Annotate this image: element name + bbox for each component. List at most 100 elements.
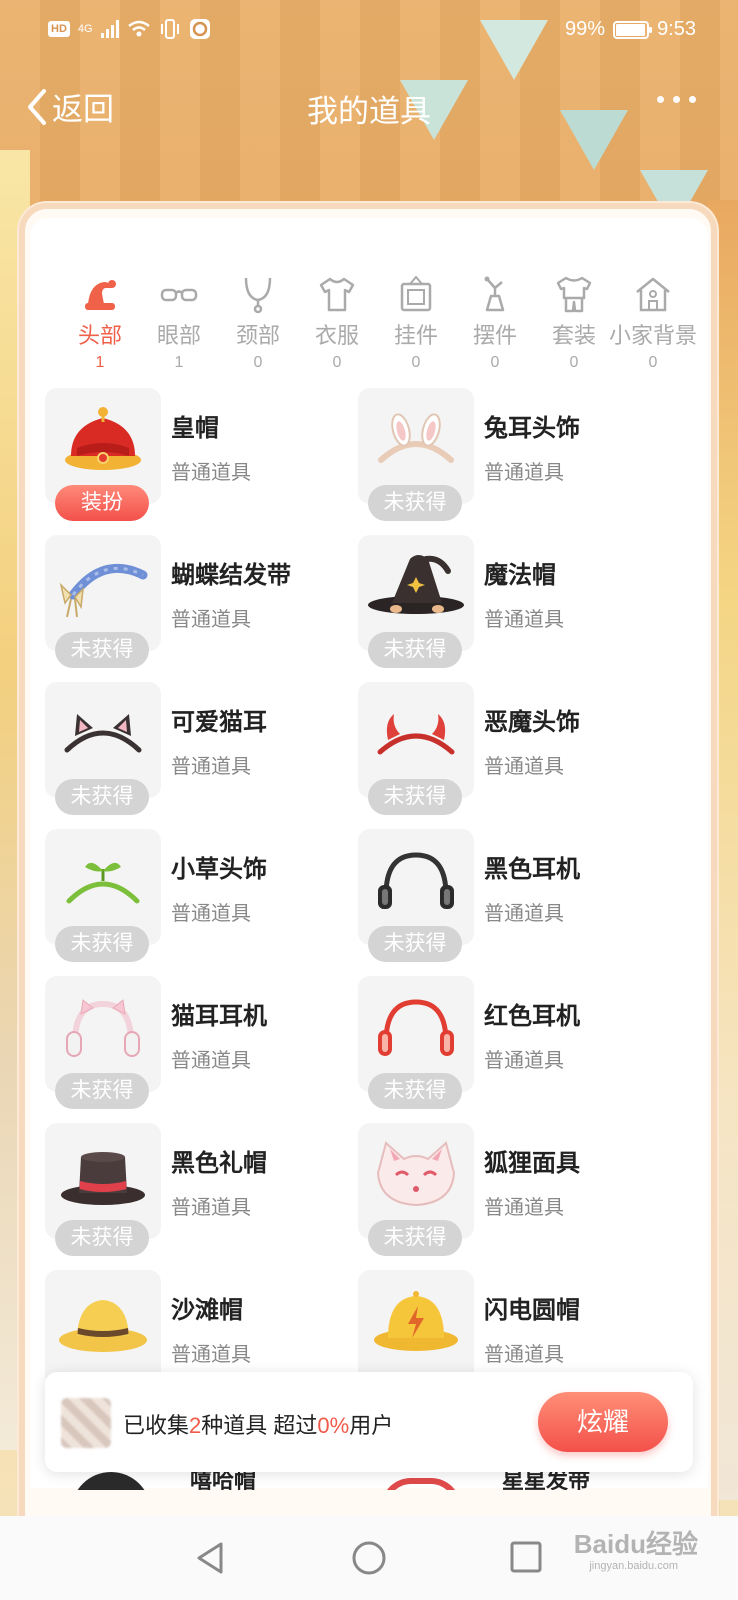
collect-count: 2 (189, 1413, 202, 1438)
item-thumbnail (358, 1270, 474, 1386)
tab-count: 0 (332, 354, 342, 371)
tab-suit[interactable]: 套装 0 (529, 266, 619, 372)
item-thumbnail (45, 1270, 161, 1386)
cat-ears-icon (64, 714, 142, 753)
peek-thumbnail (65, 1472, 155, 1490)
necklace-icon (244, 277, 272, 314)
item-thumbnail: 未获得 (45, 829, 161, 962)
tab-label: 小家背景 (608, 323, 697, 348)
item-name: 猫耳耳机 (171, 1003, 267, 1030)
item-card[interactable]: 未获得 狐狸面具 普通道具 (358, 1123, 668, 1259)
black-headphones-icon (378, 852, 454, 909)
collect-prefix: 已收集 (123, 1413, 190, 1438)
item-card[interactable]: 未获得 兔耳头饰 普通道具 (358, 388, 668, 524)
vibrate-icon (160, 19, 179, 39)
network-type: 4G (77, 23, 93, 35)
tab-ornament[interactable]: 摆件 0 (450, 266, 540, 372)
tab-count: 0 (490, 354, 500, 371)
item-thumbnail: 未获得 (358, 682, 474, 815)
tab-home-background[interactable]: 小家背景 0 (608, 266, 698, 372)
item-card[interactable]: 装扮 皇帽 普通道具 (45, 388, 355, 524)
equip-button[interactable]: 装扮 (55, 485, 149, 521)
back-triangle-icon[interactable] (193, 1540, 227, 1576)
item-name: 嘻哈帽 (190, 1472, 257, 1490)
item-type: 普通道具 (171, 903, 251, 925)
tshirt-icon (319, 277, 355, 312)
tab-label: 头部 (77, 323, 122, 348)
item-name: 星星发带 (502, 1472, 591, 1490)
tab-clothes[interactable]: 衣服 0 (292, 266, 382, 372)
beach-hat-icon (59, 1300, 147, 1352)
item-thumbnail: 未获得 (358, 1123, 474, 1256)
category-tabs: 头部 1 眼部 1 颈部 0 衣服 0 挂件 0 摆件 0 套装 0 小家背景 … (55, 266, 698, 376)
show-off-button[interactable]: 炫耀 (538, 1392, 668, 1452)
home-circle-icon[interactable] (351, 1540, 387, 1576)
tab-label: 摆件 (472, 323, 517, 348)
item-thumbnail: 装扮 (45, 388, 161, 521)
collect-percent: 0% (317, 1413, 350, 1438)
not-obtained-badge: 未获得 (55, 1073, 149, 1109)
tab-neck[interactable]: 颈部 0 (213, 266, 303, 372)
recents-square-icon[interactable] (509, 1540, 543, 1574)
item-thumbnail: 未获得 (358, 535, 474, 668)
item-card[interactable]: 未获得 恶魔头饰 普通道具 (358, 682, 668, 818)
item-thumbnail: 未获得 (45, 976, 161, 1109)
item-name: 蝴蝶结发带 (171, 562, 291, 589)
sprout-headband-icon (66, 862, 140, 904)
item-name: 可爱猫耳 (171, 709, 267, 736)
item-card[interactable]: 未获得 黑色耳机 普通道具 (358, 829, 668, 965)
suit-icon (556, 276, 592, 313)
not-obtained-badge: 未获得 (55, 779, 149, 815)
tab-pendant[interactable]: 挂件 0 (371, 266, 461, 372)
item-type: 普通道具 (484, 756, 564, 778)
nav-bar: 返回 我的道具 (0, 62, 738, 146)
item-thumbnail: 未获得 (45, 535, 161, 668)
more-icon[interactable] (657, 96, 696, 103)
not-obtained-badge: 未获得 (368, 1073, 462, 1109)
item-name: 黑色耳机 (484, 856, 580, 883)
crown-hat-icon (65, 407, 141, 470)
tab-count: 0 (569, 354, 579, 371)
item-card[interactable]: 未获得 黑色礼帽 普通道具 (45, 1123, 355, 1259)
item-card[interactable]: 未获得 蝴蝶结发带 普通道具 (45, 535, 355, 671)
app-notification-icon (189, 19, 210, 39)
item-type: 普通道具 (171, 1344, 251, 1366)
tab-label: 眼部 (156, 323, 201, 348)
item-thumbnail: 未获得 (358, 976, 474, 1109)
status-bar: HD 4G 99% 9:53 (0, 0, 738, 62)
tab-label: 套装 (551, 323, 596, 348)
fox-mask-icon (376, 1141, 456, 1207)
clock: 9:53 (657, 18, 696, 40)
item-card[interactable]: 未获得 可爱猫耳 普通道具 (45, 682, 355, 818)
item-thumbnail: 未获得 (358, 829, 474, 962)
item-card[interactable]: 未获得 猫耳耳机 普通道具 (45, 976, 355, 1112)
item-type: 普通道具 (171, 609, 251, 631)
frame-icon (400, 275, 432, 312)
item-type: 普通道具 (171, 1050, 251, 1072)
lightning-hat-icon (374, 1291, 458, 1351)
item-card[interactable]: 未获得 小草头饰 普通道具 (45, 829, 355, 965)
item-thumbnail: 未获得 (45, 682, 161, 815)
item-thumbnail: 未获得 (358, 388, 474, 521)
item-name: 兔耳头饰 (484, 415, 580, 442)
not-obtained-badge: 未获得 (368, 485, 462, 521)
tab-count: 0 (253, 354, 263, 371)
bow-headband-icon (59, 563, 148, 618)
hd-badge: HD (48, 21, 70, 37)
collect-suffix: 用户 (349, 1413, 394, 1438)
item-type: 普通道具 (484, 903, 564, 925)
item-type: 普通道具 (171, 462, 251, 484)
item-name: 红色耳机 (484, 1003, 580, 1030)
glasses-icon (160, 288, 198, 302)
red-headphones-icon (378, 999, 454, 1056)
tab-eyes[interactable]: 眼部 1 (134, 266, 224, 372)
item-card[interactable]: 未获得 魔法帽 普通道具 (358, 535, 668, 671)
not-obtained-badge: 未获得 (55, 926, 149, 962)
bunny-ears-icon (378, 413, 454, 463)
item-name: 小草头饰 (171, 856, 267, 883)
tab-head[interactable]: 头部 1 (55, 266, 145, 372)
collection-summary-text: 已收集2种道具 超过0%用户 (123, 1408, 393, 1440)
tab-count: 1 (95, 354, 105, 371)
collect-middle: 种道具 超过 (201, 1413, 318, 1438)
item-card[interactable]: 未获得 红色耳机 普通道具 (358, 976, 668, 1112)
